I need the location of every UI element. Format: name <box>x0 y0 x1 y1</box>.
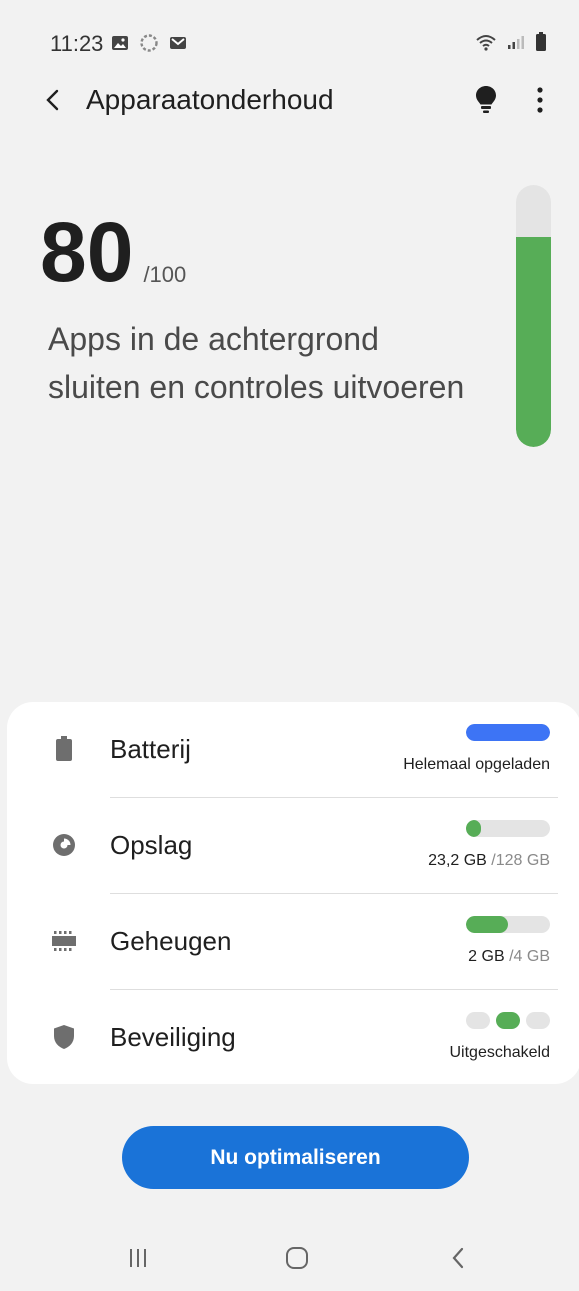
status-value: Uitgeschakeld <box>449 1044 551 1061</box>
row-status: Uitgeschakeld <box>450 1044 551 1062</box>
storage-usage-bar <box>466 820 550 837</box>
wifi-icon <box>475 33 497 56</box>
gallery-icon <box>111 35 129 56</box>
storage-pie-icon <box>51 832 77 858</box>
shield-icon <box>51 1024 77 1050</box>
back-icon <box>452 1247 464 1269</box>
row-label: Beveiliging <box>110 1022 236 1052</box>
battery-icon <box>51 736 77 762</box>
status-value: 2 GB <box>468 948 505 965</box>
storage-usage-fill <box>466 820 482 837</box>
status-value: Helemaal opgeladen <box>403 756 550 773</box>
row-label: Batterij <box>110 734 191 764</box>
status-system-icons <box>475 32 547 57</box>
row-security[interactable]: Beveiliging Uitgeschakeld <box>7 990 579 1086</box>
row-label: Opslag <box>110 830 193 860</box>
row-memory[interactable]: Geheugen 2 GB /4 GB <box>7 894 579 990</box>
page-title: Apparaatonderhoud <box>86 84 334 115</box>
score-description: Apps in de achtergrond sluiten en contro… <box>48 321 465 405</box>
recent-apps-icon <box>130 1249 146 1267</box>
row-status: 2 GB /4 GB <box>468 948 550 966</box>
more-options-button[interactable] <box>522 82 558 118</box>
home-button[interactable] <box>272 1238 322 1278</box>
mail-icon <box>169 35 187 56</box>
score-max: /100 <box>143 262 187 287</box>
battery-level-bar <box>466 724 550 741</box>
status-time: 11:23 <box>50 31 104 56</box>
device-score: 80 /100 <box>40 210 186 294</box>
security-level-indicator <box>466 1012 550 1029</box>
score-bar <box>516 185 551 447</box>
status-total: /128 GB <box>491 852 550 869</box>
memory-usage-fill <box>466 916 508 933</box>
maintenance-card: Batterij Helemaal opgeladen Opslag 23,2 … <box>7 702 579 1084</box>
security-level-dot <box>496 1012 520 1029</box>
security-level-dot <box>466 1012 490 1029</box>
row-status: 23,2 GB /128 GB <box>428 852 550 870</box>
security-level-dot <box>526 1012 550 1029</box>
battery-status-icon <box>535 32 547 57</box>
row-status: Helemaal opgeladen <box>403 756 550 774</box>
status-value: 23,2 GB <box>428 852 487 869</box>
battery-level-fill <box>466 724 550 741</box>
sync-icon <box>139 33 159 58</box>
lightbulb-icon <box>476 86 496 113</box>
score-bar-fill <box>516 237 551 447</box>
app-bar: Apparaatonderhoud <box>0 70 579 130</box>
tips-button[interactable] <box>468 82 504 118</box>
row-label: Geheugen <box>110 926 232 956</box>
back-button[interactable] <box>35 82 71 118</box>
navigation-bar <box>0 1230 579 1291</box>
home-icon <box>286 1247 308 1269</box>
score-value: 80 <box>40 205 134 299</box>
optimize-now-button[interactable]: Nu optimaliseren <box>122 1126 469 1189</box>
row-battery[interactable]: Batterij Helemaal opgeladen <box>7 702 579 798</box>
status-bar: 11:23 <box>0 0 579 80</box>
recent-apps-button[interactable] <box>113 1238 163 1278</box>
row-storage[interactable]: Opslag 23,2 GB /128 GB <box>7 798 579 894</box>
memory-chip-icon <box>51 928 77 954</box>
more-options-icon <box>537 87 543 113</box>
status-total: /4 GB <box>509 948 550 965</box>
signal-icon <box>507 34 525 55</box>
nav-back-button[interactable] <box>433 1238 483 1278</box>
memory-usage-bar <box>466 916 550 933</box>
status-notification-icons <box>111 33 187 58</box>
back-arrow-icon <box>46 89 59 111</box>
